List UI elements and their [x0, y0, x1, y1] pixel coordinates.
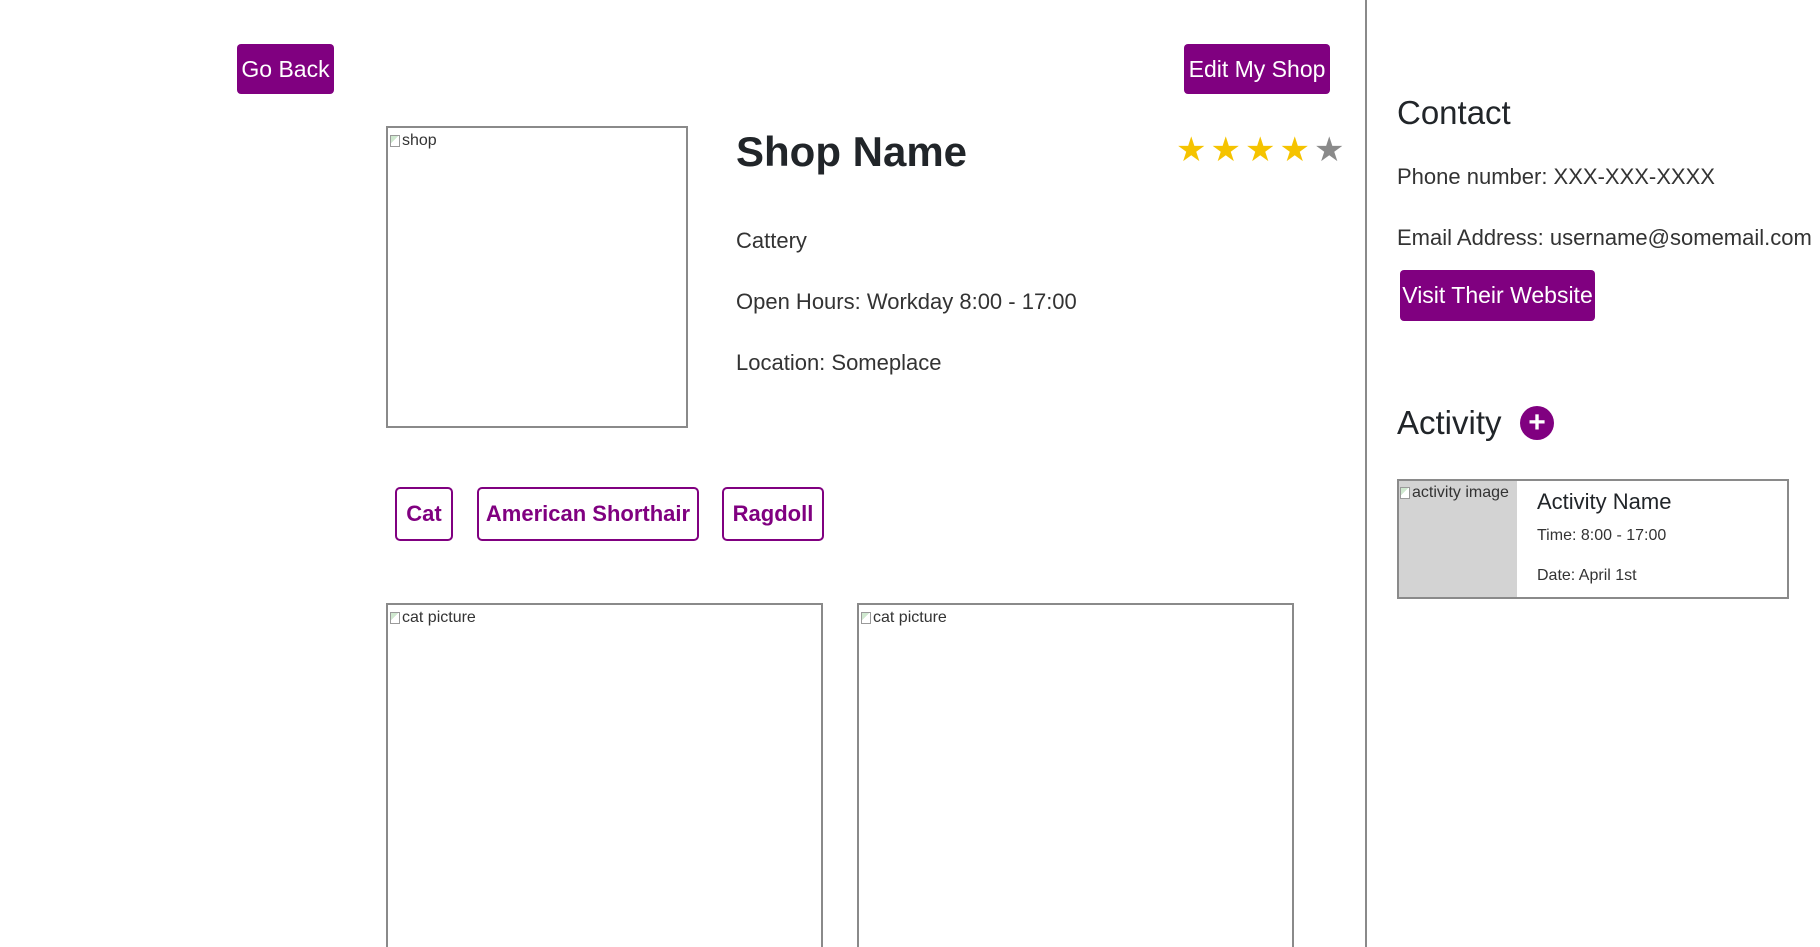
sidebar-divider — [1365, 0, 1367, 947]
shop-image-alt: shop — [402, 132, 437, 149]
activity-name: Activity Name — [1537, 489, 1672, 514]
contact-heading: Contact — [1397, 94, 1511, 131]
shop-name: Shop Name — [736, 128, 968, 175]
broken-image-icon — [861, 612, 871, 624]
contact-phone: Phone number: XXX-XXX-XXXX — [1397, 164, 1715, 189]
shop-image: shop — [386, 126, 688, 428]
activity-image-alt: activity image — [1412, 484, 1509, 501]
cat-picture: cat picture — [386, 603, 823, 947]
activity-image: activity image — [1399, 481, 1517, 597]
cat-picture-alt: cat picture — [873, 609, 947, 626]
broken-image-icon — [390, 135, 400, 147]
star-filled-icon: ★ — [1176, 131, 1207, 169]
activity-date: Date: April 1st — [1537, 567, 1637, 584]
visit-website-button[interactable]: Visit Their Website — [1400, 270, 1595, 321]
tag-cat[interactable]: Cat — [395, 487, 453, 541]
cat-picture-alt: cat picture — [402, 609, 476, 626]
activity-card[interactable]: activity image Activity Name Time: 8:00 … — [1397, 479, 1789, 599]
add-activity-icon[interactable]: + — [1520, 406, 1554, 440]
tag-american-shorthair[interactable]: American Shorthair — [477, 487, 699, 541]
activity-time: Time: 8:00 - 17:00 — [1537, 527, 1667, 544]
rating-stars: ★ ★ ★ ★ ★ — [1176, 130, 1344, 170]
contact-email: Email Address: username@somemail.com — [1397, 225, 1812, 250]
star-filled-icon: ★ — [1244, 131, 1276, 169]
shop-category: Cattery — [736, 228, 807, 253]
tag-ragdoll[interactable]: Ragdoll — [722, 487, 824, 541]
shop-location: Location: Someplace — [736, 350, 942, 375]
activity-heading: Activity — [1397, 404, 1502, 441]
star-filled-icon: ★ — [1279, 131, 1310, 169]
cat-picture: cat picture — [857, 603, 1294, 947]
broken-image-icon — [390, 612, 400, 624]
edit-shop-button[interactable]: Edit My Shop — [1184, 44, 1330, 94]
go-back-button[interactable]: Go Back — [237, 44, 334, 94]
star-empty-icon: ★ — [1313, 131, 1345, 169]
shop-detail-page: Go Back Edit My Shop shop Shop Name ★ ★ … — [0, 0, 1820, 947]
shop-hours: Open Hours: Workday 8:00 - 17:00 — [736, 289, 1077, 314]
star-filled-icon: ★ — [1210, 131, 1241, 169]
broken-image-icon — [1400, 487, 1410, 499]
